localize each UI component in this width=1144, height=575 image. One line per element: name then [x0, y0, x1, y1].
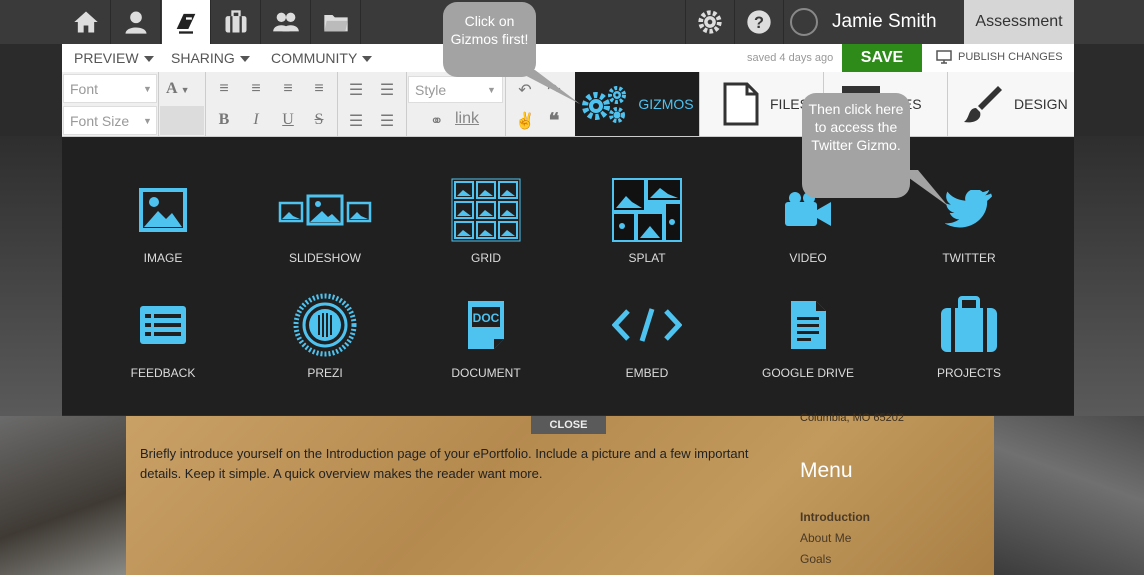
gizmo-label: VIDEO — [789, 251, 827, 265]
menu-item-goals[interactable]: Goals — [800, 552, 831, 566]
outdent-icon[interactable]: ☰ — [345, 111, 367, 131]
gear-icon[interactable] — [685, 0, 735, 44]
user-icon[interactable] — [112, 0, 161, 44]
gizmo-label: DOCUMENT — [451, 366, 521, 380]
gizmo-prezi[interactable]: PREZI — [250, 292, 400, 380]
image-icon — [139, 188, 187, 232]
italic-icon[interactable]: I — [245, 111, 267, 129]
gizmo-label: FEEDBACK — [130, 366, 196, 380]
user-name[interactable]: Jamie Smith — [832, 11, 937, 33]
saved-status: saved 4 days ago — [747, 52, 834, 64]
svg-text:DOC: DOC — [473, 311, 500, 325]
gizmo-label: TWITTER — [942, 251, 996, 265]
gizmo-label: SPLAT — [628, 251, 666, 265]
align-center-icon[interactable]: ≡ — [245, 80, 267, 98]
text-color-icon[interactable]: A ▼ — [166, 80, 190, 98]
underline-icon[interactable]: U — [277, 111, 299, 129]
menu-title: Menu — [800, 459, 853, 482]
gizmo-label: GRID — [471, 251, 501, 265]
numbered-list-icon[interactable]: ☰ — [376, 80, 398, 100]
folder-icon[interactable] — [312, 0, 361, 44]
embed-code-icon — [612, 308, 682, 342]
tab-design[interactable]: DESIGN — [947, 72, 1074, 136]
paintbrush-icon — [964, 86, 1002, 123]
intro-text: Briefly introduce yourself on the Introd… — [140, 446, 749, 481]
sharing-menu[interactable]: SHARING — [171, 50, 250, 66]
gizmo-label: IMAGE — [143, 251, 183, 265]
divider — [406, 72, 407, 136]
chevron-down-icon: ▼ — [143, 116, 152, 126]
bullet-list-icon[interactable]: ☰ — [345, 80, 367, 100]
gizmo-image[interactable]: IMAGE — [88, 177, 238, 265]
link-icon[interactable]: ⚭ — [430, 111, 443, 131]
gizmo-google-drive[interactable]: GOOGLE DRIVE — [733, 292, 883, 380]
projects-briefcase-icon — [941, 296, 997, 352]
chevron-down-icon — [362, 56, 373, 63]
align-right-icon[interactable]: ≡ — [277, 80, 299, 98]
tooltip-click-gizmos: Click on Gizmos first! — [443, 2, 536, 77]
address-text: Columbia, MO 65202 — [800, 412, 904, 424]
background-left-edge — [0, 136, 62, 416]
preview-menu[interactable]: PREVIEW — [74, 50, 154, 66]
bold-icon[interactable]: B — [213, 111, 235, 129]
splat-icon — [612, 178, 682, 242]
gizmo-feedback[interactable]: FEEDBACK — [88, 292, 238, 380]
briefcase-icon[interactable] — [212, 0, 261, 44]
menu-item-introduction[interactable]: Introduction — [800, 510, 870, 524]
save-button[interactable]: SAVE — [842, 44, 922, 72]
page-content-area — [126, 416, 994, 575]
peace-icon[interactable]: ✌ — [514, 111, 536, 131]
background-right-edge — [1074, 136, 1144, 416]
gizmo-grid[interactable]: GRID — [411, 177, 561, 265]
gizmo-label: SLIDESHOW — [288, 251, 361, 265]
menu-item-about-me[interactable]: About Me — [800, 531, 851, 545]
svg-text:?: ? — [754, 14, 764, 32]
slideshow-icon — [278, 194, 372, 226]
indent-icon[interactable]: ☰ — [376, 111, 398, 131]
group-icon[interactable] — [262, 0, 311, 44]
gizmo-document[interactable]: DOC DOCUMENT — [411, 292, 561, 380]
link-button[interactable]: link — [455, 110, 479, 128]
prezi-icon — [293, 293, 357, 357]
publish-changes-button[interactable]: PUBLISH CHANGES — [936, 50, 1063, 64]
chevron-down-icon — [239, 56, 250, 63]
google-drive-doc-icon — [791, 301, 826, 349]
strikethrough-icon[interactable]: S — [308, 111, 330, 129]
quote-icon[interactable]: ❝ — [543, 108, 565, 133]
help-icon[interactable]: ? — [735, 0, 784, 44]
feedback-icon — [140, 306, 186, 344]
editor-icon[interactable] — [162, 0, 211, 44]
gizmo-label: PREZI — [307, 366, 343, 380]
assessment-button[interactable]: Assessment — [964, 0, 1074, 44]
gizmo-label: EMBED — [625, 366, 669, 380]
monitor-icon — [936, 50, 952, 64]
divider — [337, 72, 338, 136]
tooltip-twitter-gizmo: Then click here to access the Twitter Gi… — [802, 93, 910, 198]
gizmo-splat[interactable]: SPLAT — [572, 177, 722, 265]
document-icon: DOC — [468, 301, 504, 349]
gizmo-embed[interactable]: EMBED — [572, 292, 722, 380]
divider — [158, 72, 159, 136]
gizmo-label: PROJECTS — [936, 366, 1001, 380]
divider — [205, 72, 206, 136]
file-icon — [723, 82, 759, 126]
chevron-down-icon — [143, 56, 154, 63]
grid-icon — [451, 178, 521, 242]
align-justify-icon[interactable]: ≡ — [308, 80, 330, 98]
background-photo-right — [994, 416, 1144, 575]
avatar[interactable] — [790, 8, 818, 36]
background-photo-left — [0, 416, 126, 575]
gizmo-label: GOOGLE DRIVE — [761, 366, 855, 380]
align-left-icon[interactable]: ≡ — [213, 80, 235, 98]
community-menu[interactable]: COMMUNITY — [271, 50, 373, 66]
gizmo-projects[interactable]: PROJECTS — [894, 292, 1044, 380]
highlight-color-swatch[interactable] — [160, 106, 204, 135]
close-button[interactable]: CLOSE — [531, 416, 606, 434]
home-icon[interactable] — [62, 0, 111, 44]
gizmo-slideshow[interactable]: SLIDESHOW — [250, 177, 400, 265]
chevron-down-icon: ▼ — [143, 84, 152, 94]
